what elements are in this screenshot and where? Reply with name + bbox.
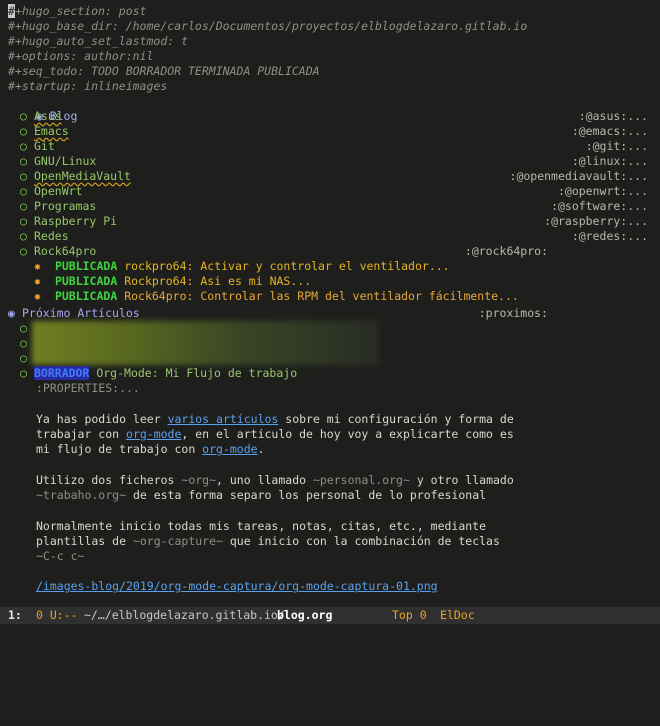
level2-bullet-icon: ○ bbox=[20, 154, 27, 168]
todo-keyword: PUBLICADA bbox=[54, 259, 118, 273]
paragraph-line: plantillas de ~org-capture~ que inicio c… bbox=[36, 534, 500, 548]
heading-category[interactable]: ○ Git:@git:... bbox=[8, 139, 654, 154]
heading-tag: :@asus:... bbox=[578, 109, 648, 123]
paragraph-line: Ya has podido leer varios artículos sobr… bbox=[36, 412, 514, 426]
heading-tag: :@software:... bbox=[551, 199, 648, 213]
heading-tag: :@raspberry:... bbox=[544, 214, 648, 228]
level3-bullet-icon: ✸ bbox=[34, 259, 41, 273]
heading-category[interactable]: ○ Programas:@software:... bbox=[8, 199, 654, 214]
level2-bullet-icon: ○ bbox=[20, 199, 27, 213]
heading-tag: :@git:... bbox=[585, 139, 648, 153]
buffer-path: ~/…/elblogdelazaro.gitlab.io/ bbox=[84, 608, 285, 622]
paragraph-line: ~trabaho.org~ de esta forma separo los p… bbox=[36, 488, 487, 502]
heading-tag: :proximos: bbox=[478, 306, 548, 320]
link-org-mode[interactable]: org-mode bbox=[202, 442, 257, 456]
level3-bullet-icon: ✸ bbox=[34, 274, 41, 288]
mode-line: 1: 0 U:-- ~/…/elblogdelazaro.gitlab.io/ … bbox=[0, 607, 660, 624]
keyword-line-options: #+options: author:nil bbox=[8, 49, 154, 63]
level2-bullet-icon: ○ bbox=[20, 109, 27, 123]
heading-category[interactable]: ○ OpenWrt:@openwrt:... bbox=[8, 184, 654, 199]
link-org-mode[interactable]: org-mode bbox=[126, 427, 181, 441]
window-number: 1: bbox=[8, 608, 22, 622]
level2-bullet-icon: ○ bbox=[20, 366, 27, 380]
buffer-state: 0 U:-- bbox=[36, 608, 78, 622]
post-heading[interactable]: ✸ PUBLICADA Rockpro64: Asi es mi NAS... bbox=[8, 274, 654, 289]
level1-bullet-icon: ◉ bbox=[8, 306, 15, 320]
redaction-blur bbox=[32, 321, 378, 365]
level2-bullet-icon: ○ bbox=[20, 321, 27, 335]
level2-bullet-icon: ○ bbox=[20, 124, 27, 138]
keyword-line-hugo-base-dir: #+hugo_base_dir: /home/carlos/Documentos… bbox=[8, 19, 528, 33]
level2-bullet-icon: ○ bbox=[20, 229, 27, 243]
heading-category[interactable]: ○ OpenMediaVault:@openmediavault:... bbox=[8, 169, 654, 184]
text-cursor: # bbox=[8, 4, 15, 18]
inline-code: ~org-capture~ bbox=[132, 534, 223, 548]
current-post-heading[interactable]: ○ BORRADOR Org-Mode: Mi Flujo de trabajo bbox=[8, 366, 654, 381]
level3-bullet-icon: ✸ bbox=[34, 289, 41, 303]
paragraph-line: mi flujo de trabajo con org-mode. bbox=[36, 442, 265, 456]
level2-bullet-icon: ○ bbox=[20, 139, 27, 153]
todo-keyword: PUBLICADA bbox=[54, 274, 118, 288]
level2-bullet-icon: ○ bbox=[20, 214, 27, 228]
heading-category[interactable]: ○ GNU/Linux:@linux:... bbox=[8, 154, 654, 169]
image-link[interactable]: /images-blog/2019/org-mode-captura/org-m… bbox=[36, 579, 654, 594]
heading-blog[interactable]: ◉ Blog bbox=[8, 94, 654, 123]
todo-keyword: BORRADOR bbox=[34, 366, 90, 380]
inline-code: ~trabaho.org~ bbox=[36, 488, 127, 502]
editor-buffer[interactable]: #+hugo_section: post #+hugo_base_dir: /h… bbox=[0, 0, 660, 604]
level2-bullet-icon: ○ bbox=[20, 244, 27, 258]
heading-category[interactable]: ○ Redes:@redes:... bbox=[8, 229, 654, 244]
level2-bullet-icon: ○ bbox=[20, 169, 27, 183]
heading-tag: :@emacs:... bbox=[571, 124, 648, 138]
keyword-line-seq-todo: #+seq_todo: TODO BORRADOR TERMINADA PUBL… bbox=[8, 64, 320, 78]
minor-mode-eldoc[interactable]: ElDoc bbox=[440, 607, 475, 624]
level2-bullet-icon: ○ bbox=[20, 351, 27, 365]
post-heading[interactable]: ✸ PUBLICADA Rock64pro: Controlar las RPM… bbox=[8, 289, 654, 304]
keyword-line-hugo-lastmod: #+hugo_auto_set_lastmod: t bbox=[8, 34, 189, 48]
buffer-name[interactable]: blog.org bbox=[277, 607, 332, 624]
heading-tag: :@rock64pro: bbox=[464, 244, 548, 258]
heading-tag: :@openmediavault:... bbox=[509, 169, 648, 183]
level2-bullet-icon: ○ bbox=[20, 184, 27, 198]
keyword-line-hugo-section: #+hugo_section: post bbox=[8, 4, 147, 18]
inline-code: ~C-c c~ bbox=[36, 549, 85, 563]
heading-tag: :@linux:... bbox=[571, 154, 648, 168]
keyword-line-startup: #+startup: inlineimages bbox=[8, 79, 168, 93]
inline-code: ~personal.org~ bbox=[312, 473, 410, 487]
heading-proximos[interactable]: ◉ Próximo Artículos:proximos: bbox=[8, 306, 654, 321]
heading-category[interactable]: ○ Raspberry Pi:@raspberry:... bbox=[8, 214, 654, 229]
buffer-position: Top 0 bbox=[392, 608, 427, 622]
properties-drawer[interactable]: :PROPERTIES:... bbox=[36, 381, 654, 396]
todo-keyword: PUBLICADA bbox=[54, 289, 118, 303]
paragraph-line: ~C-c c~ bbox=[36, 549, 654, 564]
paragraph-line: trabajar con org-mode, en el articulo de… bbox=[36, 427, 514, 441]
heading-category[interactable]: ○ Asus:@asus:... bbox=[8, 109, 654, 124]
heading-tag: :@openwrt:... bbox=[557, 184, 648, 198]
paragraph-line: Normalmente inicio todas mis tareas, not… bbox=[36, 519, 487, 533]
level2-bullet-icon: ○ bbox=[20, 336, 27, 350]
post-heading[interactable]: ✸ PUBLICADA rockpro64: Activar y control… bbox=[8, 259, 654, 274]
heading-category[interactable]: ○ Emacs:@emacs:... bbox=[8, 124, 654, 139]
paragraph-line: Utilizo dos ficheros ~org~, uno llamado … bbox=[36, 473, 514, 487]
inline-code: ~org~ bbox=[181, 473, 217, 487]
heading-tag: :@redes:... bbox=[571, 229, 648, 243]
link-varios-articulos[interactable]: varios artículos bbox=[168, 412, 279, 426]
heading-category[interactable]: ○ Rock64pro:@rock64pro: bbox=[8, 244, 654, 259]
